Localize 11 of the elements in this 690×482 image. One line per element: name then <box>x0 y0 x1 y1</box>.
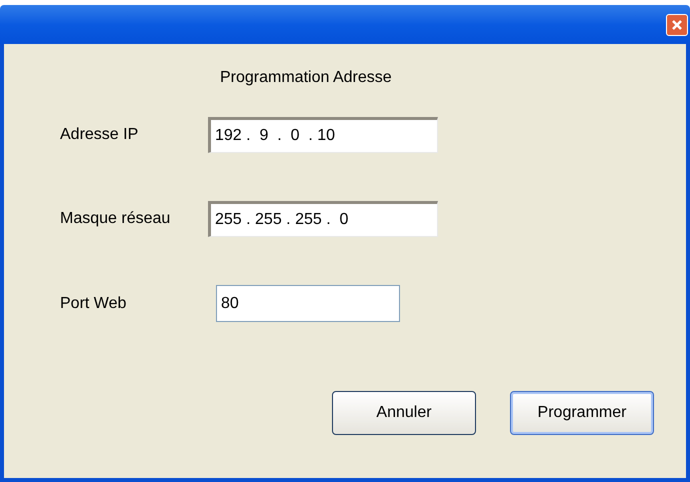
close-button[interactable] <box>666 14 688 36</box>
field-label: Adresse IP <box>60 125 140 145</box>
text-field[interactable]: 80 <box>216 285 400 322</box>
close-icon <box>671 18 683 30</box>
ip-address-field[interactable]: 192 . 9 . 0 . 10 <box>208 117 438 153</box>
dialog-heading: Programmation Adresse <box>220 68 392 88</box>
field-label: Masque réseau <box>60 209 172 229</box>
dialog-button[interactable]: Annuler <box>332 391 476 435</box>
field-label: Port Web <box>60 294 128 314</box>
dialog-button[interactable]: Programmer <box>510 391 654 435</box>
ip-address-field[interactable]: 255 . 255 . 255 . 0 <box>208 201 438 237</box>
